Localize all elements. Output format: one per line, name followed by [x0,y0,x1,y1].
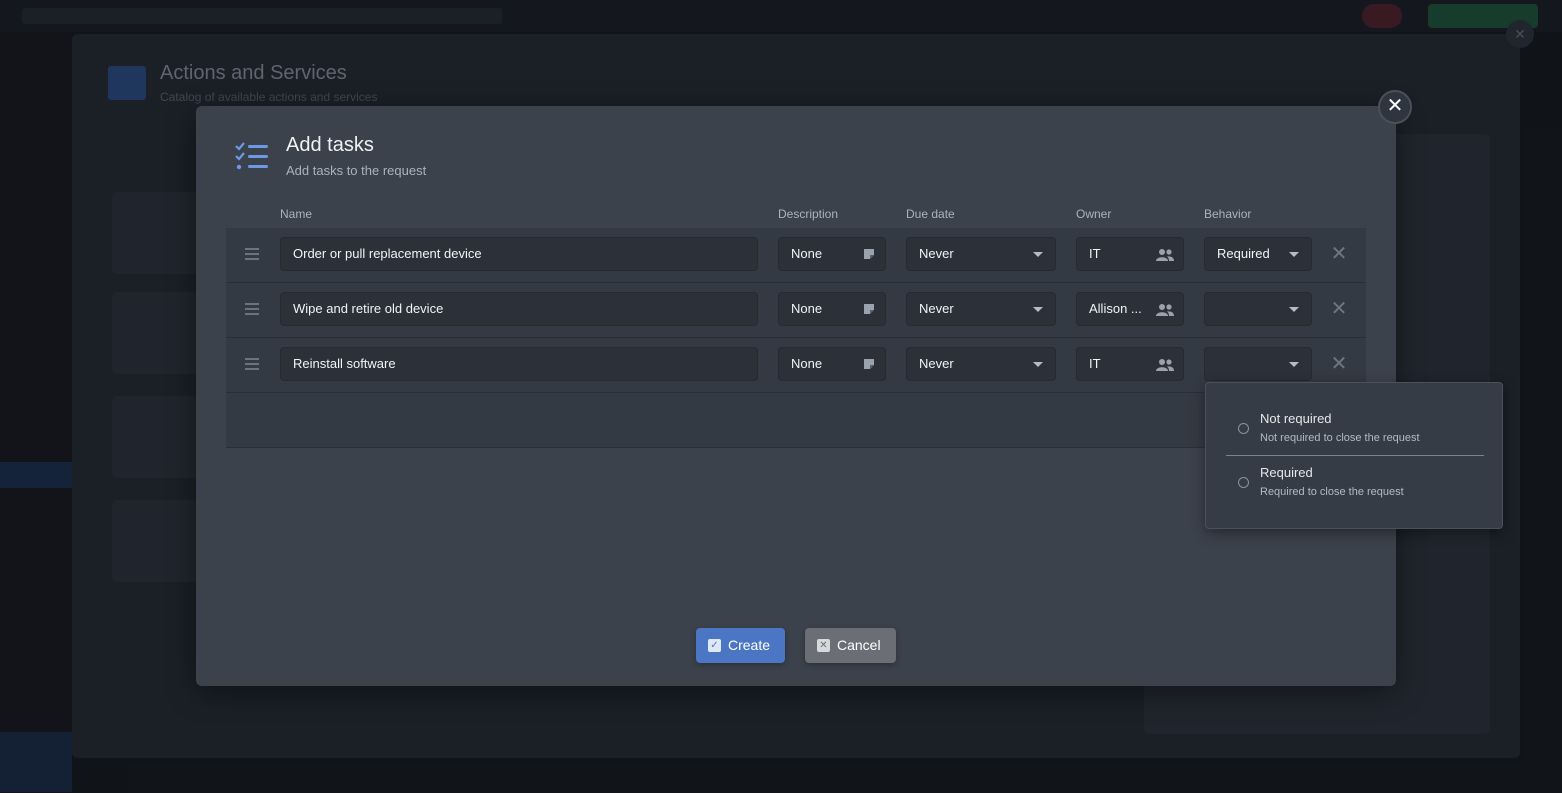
behavior-dropdown-menu: Not required Not required to close the r… [1205,382,1503,529]
description-field[interactable]: None [778,347,886,381]
dialog-title: Add tasks [286,134,374,156]
task-name-input[interactable]: Wipe and retire old device [280,292,758,326]
radio-icon[interactable] [1238,477,1249,488]
option-label: Not required [1260,411,1332,426]
due-date-value: Never [919,246,954,261]
chevron-down-icon [1289,307,1299,312]
owner-value: IT [1089,246,1101,261]
cancel-button-label: Cancel [837,637,881,653]
description-field[interactable]: None [778,237,886,271]
option-description: Not required to close the request [1260,432,1420,444]
due-date-value: Never [919,356,954,371]
task-name-input[interactable]: Reinstall software [280,347,758,381]
description-value: None [791,301,823,316]
note-icon [864,249,874,259]
column-header-description: Description [778,207,839,221]
empty-task-row[interactable] [226,393,1366,448]
column-header-due-date: Due date [906,207,955,221]
column-header-owner: Owner [1076,207,1112,221]
owner-value: Allison ... [1089,301,1142,316]
chevron-down-icon [1289,252,1299,257]
column-header-name: Name [280,207,313,221]
option-description: Required to close the request [1260,486,1404,498]
drag-handle-icon[interactable] [245,303,261,317]
chevron-down-icon [1289,362,1299,367]
close-icon: ✕ [817,639,830,652]
chevron-down-icon [1033,307,1043,312]
note-icon [864,304,874,314]
option-not-required[interactable]: Not required Not required to close the r… [1226,403,1484,455]
behavior-select-open[interactable] [1204,347,1312,381]
drag-handle-icon[interactable] [245,358,261,372]
owner-field[interactable]: IT [1076,237,1184,271]
description-value: None [791,246,823,261]
column-header-behavior: Behavior [1204,207,1252,221]
chevron-down-icon [1033,362,1043,367]
radio-icon[interactable] [1238,423,1249,434]
create-button-label: Create [728,637,771,653]
behavior-value: Required [1217,246,1270,261]
dialog-close-icon[interactable]: ✕ [1378,90,1412,124]
remove-row-close-icon[interactable]: ✕ [1330,244,1348,264]
behavior-select[interactable] [1204,292,1312,326]
remove-row-close-icon[interactable]: ✕ [1330,354,1348,374]
menu-divider [1226,455,1484,456]
due-date-select[interactable]: Never [906,347,1056,381]
people-icon [1156,249,1174,261]
tasks-table: Order or pull replacement device None Ne… [226,228,1366,448]
due-date-select[interactable]: Never [906,292,1056,326]
check-icon: ✓ [708,639,721,652]
option-required[interactable]: Required Required to close the request [1226,457,1484,509]
owner-field[interactable]: Allison ... [1076,292,1184,326]
people-icon [1156,304,1174,316]
behavior-select[interactable]: Required [1204,237,1312,271]
chevron-down-icon [1033,252,1043,257]
due-date-value: Never [919,301,954,316]
option-label: Required [1260,465,1313,480]
description-field[interactable]: None [778,292,886,326]
people-icon [1156,359,1174,371]
cancel-button[interactable]: ✕ Cancel [805,628,896,663]
create-button[interactable]: ✓ Create [696,628,785,663]
due-date-select[interactable]: Never [906,237,1056,271]
owner-value: IT [1089,356,1101,371]
task-list-icon [235,142,268,170]
remove-row-close-icon[interactable]: ✕ [1330,299,1348,319]
drag-handle-icon[interactable] [245,248,261,262]
task-row: Wipe and retire old device None Never Al… [226,283,1366,338]
task-row: Order or pull replacement device None Ne… [226,228,1366,283]
task-name-input[interactable]: Order or pull replacement device [280,237,758,271]
description-value: None [791,356,823,371]
owner-field[interactable]: IT [1076,347,1184,381]
note-icon [864,359,874,369]
dialog-subtitle: Add tasks to the request [286,163,427,178]
task-row: Reinstall software None Never IT ✕ [226,338,1366,393]
